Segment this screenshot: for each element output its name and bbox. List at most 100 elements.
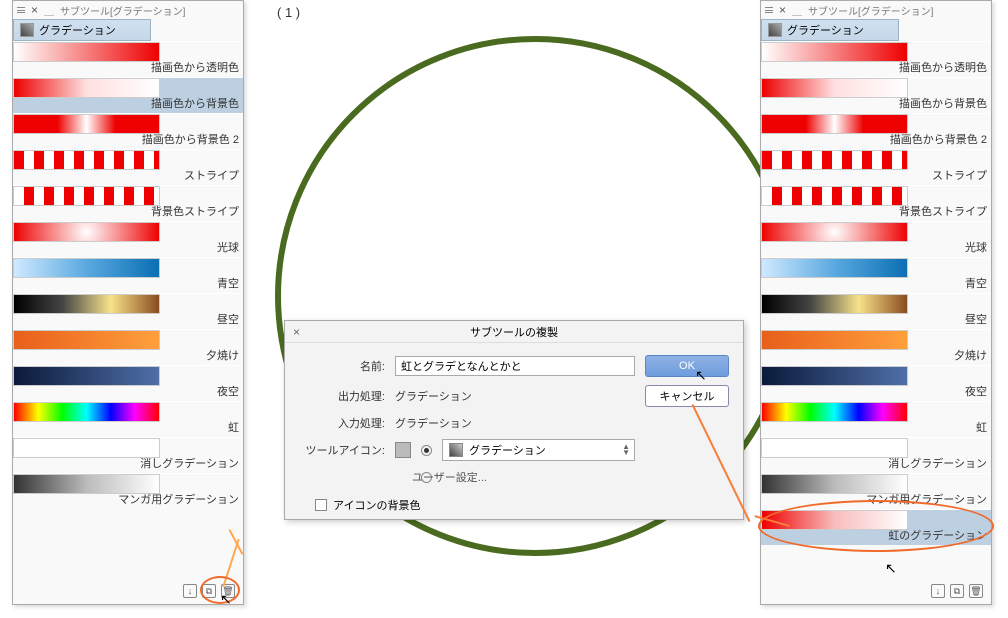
gradient-preview [761,114,908,134]
icon-select[interactable]: グラデーション ▲▼ [442,439,635,461]
list-item[interactable]: マンガ用グラデーション [13,473,243,509]
minimize-icon[interactable]: ＿ [44,3,54,18]
gradient-label: 昼空 [217,311,239,327]
list-item[interactable]: 描画色から背景色 2 [761,113,991,149]
panel-footer: ↓ ⧉ 🗑 [931,584,983,598]
list-item[interactable]: 描画色から背景色 [761,77,991,113]
gradation-icon [768,23,782,37]
list-item[interactable]: 青空 [761,257,991,293]
chevron-updown-icon: ▲▼ [622,444,630,456]
close-icon[interactable]: × [779,3,786,17]
list-item[interactable]: 消しグラデーション [761,437,991,473]
gradient-preview [13,186,160,206]
list-item[interactable]: 虹 [13,401,243,437]
radio-preset[interactable] [421,445,432,456]
gradient-label: 青空 [217,275,239,291]
list-item[interactable]: 夕焼け [13,329,243,365]
gradient-preview [761,186,908,206]
list-item[interactable]: 背景色ストライプ [13,185,243,221]
gradient-label: 夜空 [217,383,239,399]
list-item[interactable]: 描画色から背景色 2 [13,113,243,149]
list-item[interactable]: 光球 [13,221,243,257]
gradient-preview [13,402,160,422]
list-item[interactable]: 光球 [761,221,991,257]
list-item[interactable]: 描画色から透明色 [13,41,243,77]
gradient-label: 光球 [217,239,239,255]
gradient-label: 昼空 [965,311,987,327]
dialog-titlebar: × サブツールの複製 [285,321,743,343]
gradient-list-left: 描画色から透明色 描画色から背景色 描画色から背景色 2 ストライプ 背景色スト… [13,41,243,509]
gradient-preview [13,474,160,494]
tab-label: グラデーション [39,22,116,38]
list-item[interactable]: ストライプ [761,149,991,185]
cursor-icon: ↖ [695,367,707,384]
gradient-preview [761,402,908,422]
list-item[interactable]: ストライプ [13,149,243,185]
list-item[interactable]: 昼空 [761,293,991,329]
gradient-preview [761,474,908,494]
minimize-icon[interactable]: ＿ [792,3,802,18]
gradient-label: 夜空 [965,383,987,399]
gradient-preview [13,330,160,350]
gradient-label: 描画色から背景色 [899,95,987,111]
list-item[interactable]: 描画色から背景色 [13,77,243,113]
icon-bg-checkbox[interactable] [315,499,327,511]
gradient-preview [761,222,908,242]
list-item[interactable]: 夜空 [13,365,243,401]
list-item[interactable]: 夕焼け [761,329,991,365]
annotation-ellipse [758,500,994,552]
user-setting-link[interactable]: ユーザー設定... [412,469,487,485]
list-item[interactable]: 青空 [13,257,243,293]
panel-title: サブツール[グラデーション] [60,3,185,18]
gradient-preview [13,150,160,170]
list-item[interactable]: 背景色ストライプ [761,185,991,221]
toolicon-label: ツールアイコン: [297,442,385,458]
icon-select-label: グラデーション [469,442,546,458]
gradient-label: 描画色から透明色 [151,59,239,75]
gradient-label: 虹 [228,419,239,435]
list-item[interactable]: 昼空 [13,293,243,329]
input-value: グラデーション [395,415,635,431]
gradient-preview [761,438,908,458]
gradient-preview [13,78,160,98]
cursor-icon: ↖ [220,591,232,608]
gradient-label: 描画色から透明色 [899,59,987,75]
panel-titlebar: × ＿ サブツール[グラデーション] [761,1,991,19]
gradient-preview [13,114,160,134]
output-label: 出力処理: [297,388,385,404]
icon-bg-label: アイコンの背景色 [333,497,420,513]
duplicate-icon[interactable]: ⧉ [950,584,964,598]
menu-icon[interactable] [17,7,25,13]
gradient-label: 背景色ストライプ [151,203,239,219]
import-icon[interactable]: ↓ [931,584,945,598]
list-item[interactable]: 夜空 [761,365,991,401]
ok-button[interactable]: OK [645,355,729,377]
list-item[interactable]: 虹 [761,401,991,437]
gradient-label: 虹 [976,419,987,435]
name-label: 名前: [297,358,385,374]
cancel-button[interactable]: キャンセル [645,385,729,407]
tab-gradation[interactable]: グラデーション [761,19,899,41]
gradient-preview [761,150,908,170]
gradient-preview [761,366,908,386]
gradient-preview [761,330,908,350]
gradient-label: 青空 [965,275,987,291]
list-item[interactable]: 消しグラデーション [13,437,243,473]
duplicate-subtool-dialog: × サブツールの複製 名前: OK 出力処理: グラデーション キャンセル 入力… [284,320,744,520]
gradient-label: 描画色から背景色 [151,95,239,111]
gradient-label: 夕焼け [954,347,987,363]
trash-icon[interactable]: 🗑 [969,584,983,598]
gradient-preview [13,366,160,386]
close-icon[interactable]: × [293,325,300,339]
list-item[interactable]: 描画色から透明色 [761,41,991,77]
name-input[interactable] [395,356,635,376]
menu-icon[interactable] [765,7,773,13]
cursor-icon: ↖ [885,560,897,577]
gradient-preview [13,222,160,242]
icon-preview [395,442,411,458]
tab-gradation[interactable]: グラデーション [13,19,151,41]
gradient-label: 背景色ストライプ [899,203,987,219]
import-icon[interactable]: ↓ [183,584,197,598]
close-icon[interactable]: × [31,3,38,17]
subtool-panel-left: × ＿ サブツール[グラデーション] グラデーション 描画色から透明色 描画色か… [12,0,244,605]
